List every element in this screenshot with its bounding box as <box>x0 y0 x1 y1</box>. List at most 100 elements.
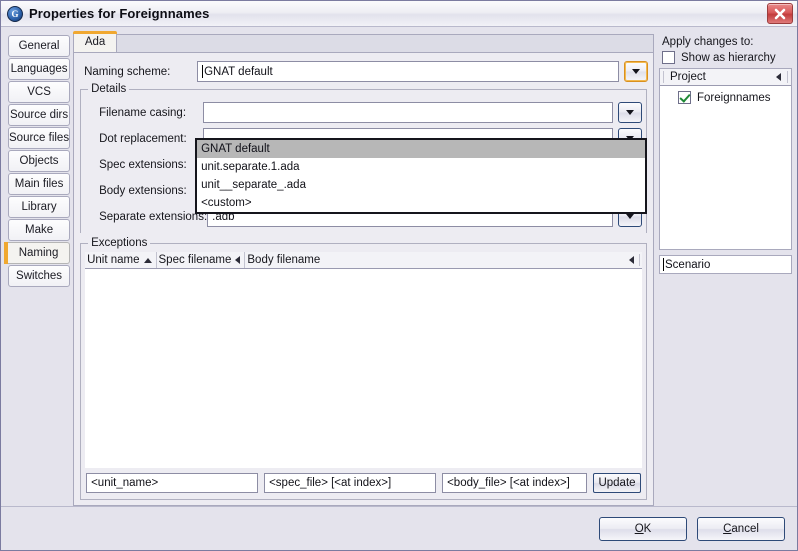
settings-content: Ada Naming scheme: GNAT default Details … <box>73 31 654 506</box>
column-label: Spec filename <box>158 254 232 266</box>
spec-extensions-label: Spec extensions: <box>99 158 187 171</box>
sidebar-item-objects[interactable]: Objects <box>8 150 71 172</box>
naming-scheme-row: Naming scheme: GNAT default <box>79 59 648 84</box>
option-label: <custom> <box>201 197 252 209</box>
sort-left-icon[interactable] <box>776 73 781 81</box>
close-icon <box>774 8 786 20</box>
body-extensions-label: Body extensions: <box>99 184 187 197</box>
exceptions-group-title: Exceptions <box>88 237 151 249</box>
sidebar-item-label: General <box>18 40 60 52</box>
ok-button[interactable]: OK <box>599 516 687 541</box>
apply-changes-title: Apply changes to: <box>662 36 754 48</box>
sidebar-item-label: Library <box>21 201 57 213</box>
header-divider <box>663 71 664 83</box>
sidebar-item-source-dirs[interactable]: Source dirs <box>8 104 71 126</box>
naming-scheme-dropdown-button[interactable] <box>624 61 648 82</box>
sidebar-item-main-files[interactable]: Main files <box>8 173 71 195</box>
right-panel-spacer <box>659 274 792 506</box>
sidebar-item-library[interactable]: Library <box>8 196 71 218</box>
sidebar-item-vcs[interactable]: VCS <box>8 81 71 103</box>
show-as-hierarchy-label: Show as hierarchy <box>681 51 776 64</box>
sidebar-item-label: Switches <box>16 270 63 282</box>
cancel-button-label: Cancel <box>723 522 759 535</box>
ada-naming-panel: Naming scheme: GNAT default Details File… <box>73 53 654 506</box>
dropdown-option-gnat-default[interactable]: GNAT default <box>197 140 646 158</box>
column-header-spec-filename[interactable]: Spec filename <box>157 252 246 268</box>
update-button-label: Update <box>598 477 636 489</box>
chevron-down-icon <box>626 110 634 115</box>
text-caret <box>663 258 664 271</box>
dot-replacement-label: Dot replacement: <box>99 132 187 145</box>
tab-label: Ada <box>84 36 106 48</box>
scenario-value: Scenario <box>665 258 711 271</box>
exceptions-entry-row: <unit_name> <spec_file> [<at index>] <bo… <box>85 471 642 494</box>
dropdown-option-unit-separate-1-ada[interactable]: unit.separate.1.ada <box>197 158 645 176</box>
filename-casing-dropdown-button[interactable] <box>618 102 642 123</box>
chevron-down-icon <box>632 69 640 74</box>
dropdown-option-custom[interactable]: <custom> <box>197 194 645 212</box>
exceptions-table-header: Unit name Spec filename Body filename <box>85 252 642 269</box>
option-label: GNAT default <box>201 143 270 155</box>
dialog-body: General Languages VCS Source dirs Source… <box>1 27 797 506</box>
naming-scheme-value: GNAT default <box>204 65 273 78</box>
dropdown-option-unit-separate-ada[interactable]: unit__separate_.ada <box>197 176 645 194</box>
tab-bar: Ada <box>73 31 654 53</box>
unit-name-value: <unit_name> <box>91 477 159 489</box>
show-as-hierarchy-row[interactable]: Show as hierarchy <box>659 51 792 68</box>
sidebar-item-label: VCS <box>27 86 51 98</box>
update-button[interactable]: Update <box>593 473 641 493</box>
tab-ada[interactable]: Ada <box>73 31 118 52</box>
properties-dialog: G Properties for Foreignnames General La… <box>0 0 798 551</box>
dialog-footer: OK Cancel <box>1 506 797 550</box>
apply-changes-panel: Apply changes to: Show as hierarchy Proj… <box>659 31 792 506</box>
project-checkbox[interactable] <box>678 91 691 104</box>
project-column-label: Project <box>670 71 706 83</box>
column-label: Unit name <box>87 254 140 266</box>
sort-left-icon[interactable] <box>629 256 634 264</box>
scenario-field[interactable]: Scenario <box>659 255 792 274</box>
option-label: unit.separate.1.ada <box>201 161 300 173</box>
show-as-hierarchy-checkbox[interactable] <box>662 51 675 64</box>
exceptions-table-body[interactable] <box>85 269 642 468</box>
sort-left-icon <box>235 256 241 264</box>
sidebar-item-label: Make <box>24 224 54 236</box>
naming-scheme-label: Naming scheme: <box>84 65 171 78</box>
sidebar-item-naming[interactable]: Naming <box>4 242 71 264</box>
column-header-body-filename[interactable]: Body filename <box>245 252 629 268</box>
naming-scheme-dropdown-list[interactable]: GNAT default unit.separate.1.ada unit__s… <box>195 138 648 214</box>
option-label: unit__separate_.ada <box>201 179 306 191</box>
filename-casing-input[interactable] <box>203 102 613 123</box>
cancel-button[interactable]: Cancel <box>697 516 785 541</box>
sidebar-item-make[interactable]: Make <box>8 219 71 241</box>
sidebar-item-label: Naming <box>18 247 59 259</box>
body-file-value: <body_file> [<at index>] <box>447 477 570 489</box>
project-tree: Project Foreignnames <box>659 68 792 250</box>
sidebar-item-label: Source files <box>9 132 70 144</box>
sidebar-item-switches[interactable]: Switches <box>8 265 71 287</box>
project-tree-body: Foreignnames <box>660 86 791 249</box>
settings-category-list: General Languages VCS Source dirs Source… <box>4 31 73 506</box>
close-button[interactable] <box>767 3 793 24</box>
sidebar-item-label: Source dirs <box>9 109 69 121</box>
body-file-input[interactable]: <body_file> [<at index>] <box>442 473 587 493</box>
project-tree-header[interactable]: Project <box>660 69 791 86</box>
sidebar-item-general[interactable]: General <box>8 35 71 57</box>
chevron-down-icon <box>626 214 634 219</box>
project-tree-row-foreignnames[interactable]: Foreignnames <box>660 90 791 105</box>
column-label: Body filename <box>247 254 321 266</box>
sidebar-item-label: Languages <box>10 63 68 75</box>
table-header-end <box>629 254 642 266</box>
sidebar-item-languages[interactable]: Languages <box>8 58 71 80</box>
gnat-studio-icon: G <box>7 5 23 22</box>
spec-file-input[interactable]: <spec_file> [<at index>] <box>264 473 437 493</box>
exceptions-group: Exceptions Unit name Spec filename Body … <box>80 237 647 500</box>
unit-name-input[interactable]: <unit_name> <box>86 473 259 493</box>
title-bar: G Properties for Foreignnames <box>1 1 797 27</box>
column-header-unit-name[interactable]: Unit name <box>85 252 157 268</box>
sidebar-item-label: Main files <box>14 178 64 190</box>
app-icon-letter: G <box>11 8 19 19</box>
tab-bar-filler <box>117 34 654 52</box>
sidebar-item-source-files[interactable]: Source files <box>8 127 71 149</box>
naming-scheme-input[interactable]: GNAT default <box>197 61 619 82</box>
filename-casing-row: Filename casing: <box>85 100 642 125</box>
